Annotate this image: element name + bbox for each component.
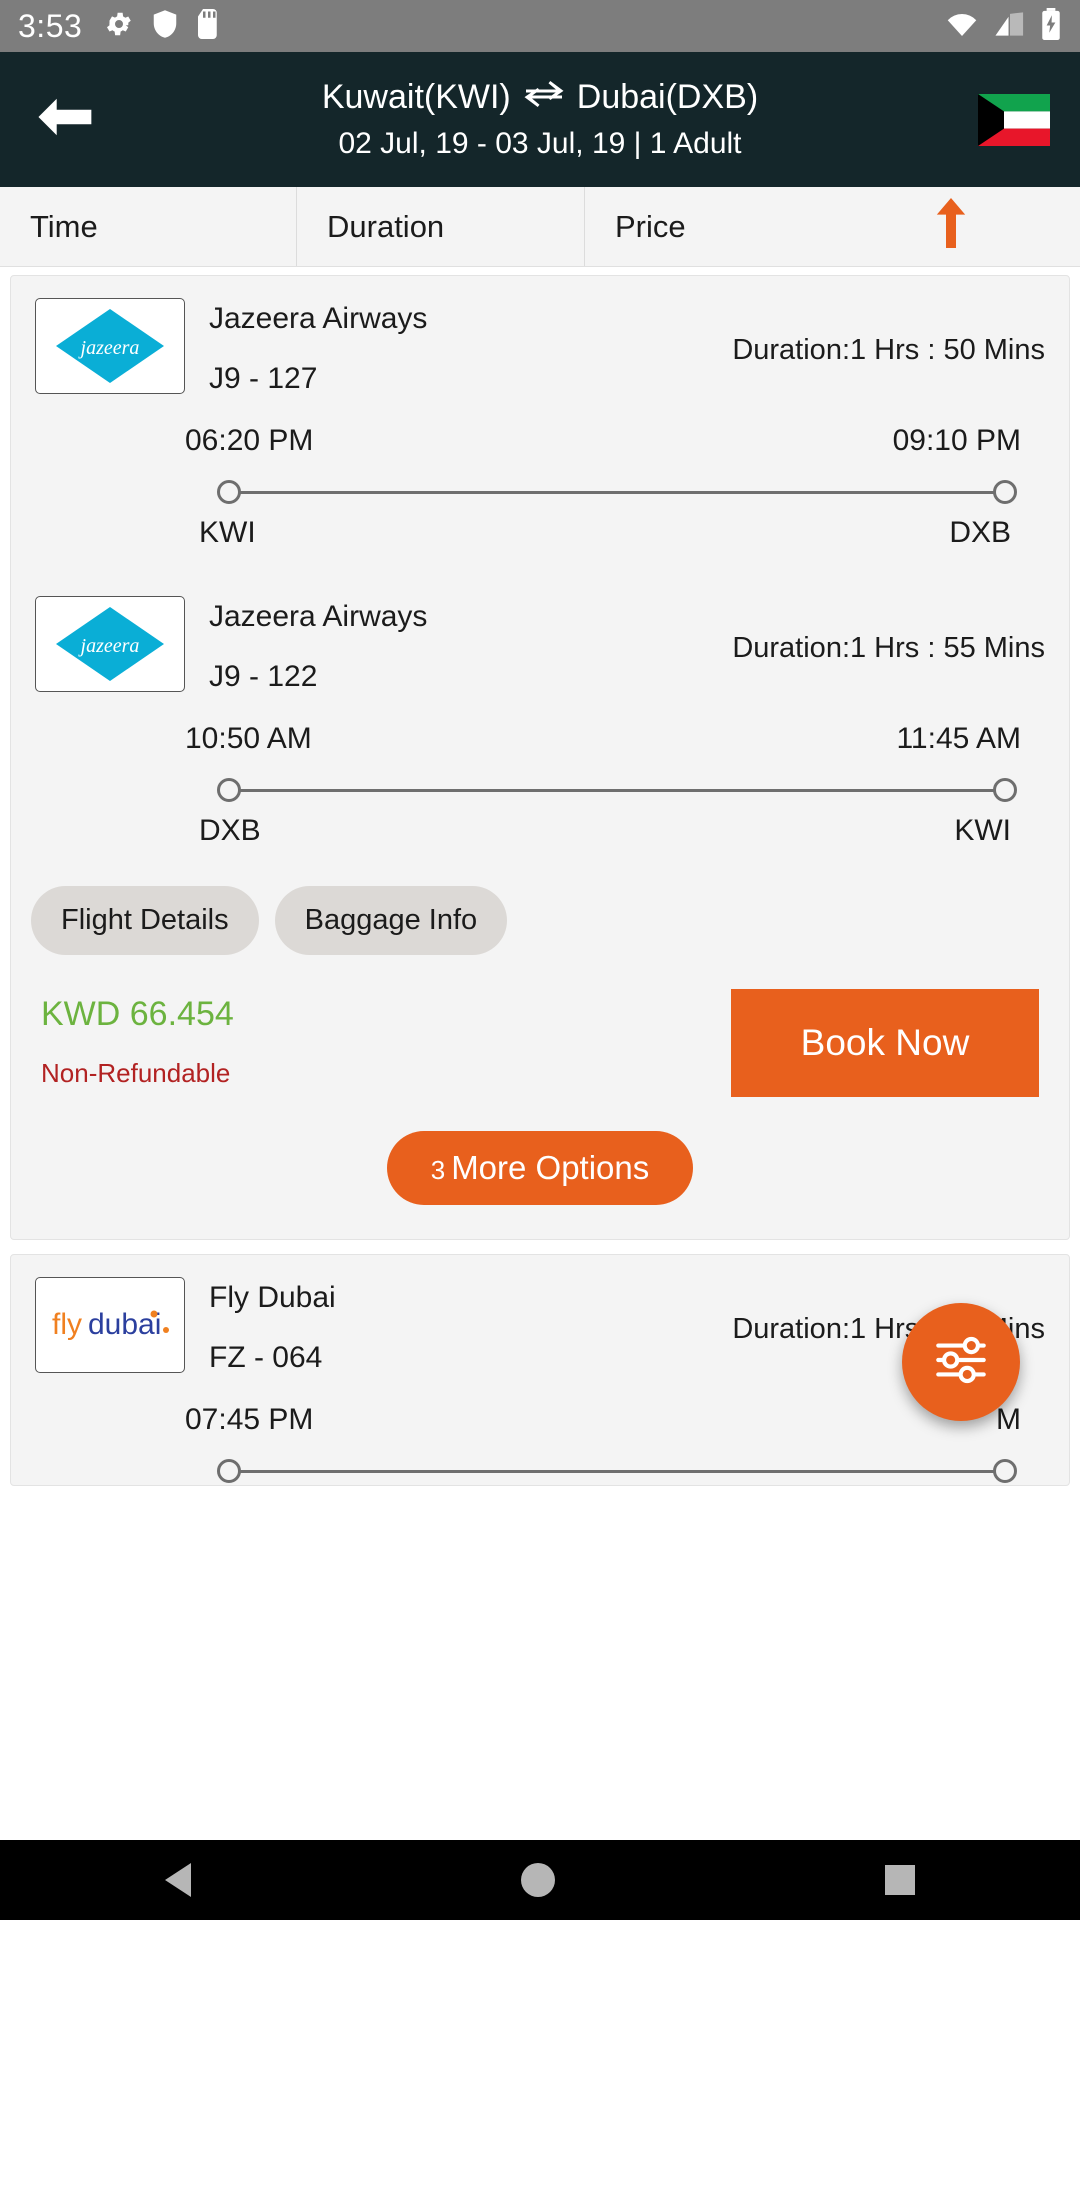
more-options-button[interactable]: 3 More Options: [386, 1131, 694, 1205]
destination-label: Dubai(DXB): [576, 78, 759, 116]
timeline-start-dot: [217, 1459, 241, 1483]
trip-summary: 02 Jul, 19 - 03 Jul, 19 | 1 Adult: [338, 127, 742, 160]
flight-card[interactable]: jazeera Jazeera Airways J9 - 127 Duratio…: [10, 275, 1070, 1240]
flydubai-logo-icon: fly dubai: [35, 1277, 185, 1373]
home-nav-icon[interactable]: [521, 1863, 555, 1897]
leg-times: 07:45 PM M: [35, 1375, 1045, 1437]
sort-column-price[interactable]: Price: [584, 187, 1080, 266]
recents-nav-icon[interactable]: [885, 1865, 915, 1895]
timeline-end-dot: [993, 480, 1017, 504]
airline-name: Jazeera Airways: [209, 600, 428, 633]
sd-card-icon: [196, 8, 220, 44]
status-bar-clock: 3:53: [18, 7, 83, 44]
timeline-start-dot: [217, 778, 241, 802]
back-nav-icon[interactable]: [165, 1863, 191, 1897]
flight-number: J9 - 122: [209, 660, 318, 693]
swap-arrows-icon: [523, 78, 565, 117]
leg-timeline: [217, 480, 1017, 506]
android-nav-bar: [0, 1840, 1080, 1920]
flight-details-button[interactable]: Flight Details: [31, 886, 259, 955]
leg-duration: Duration:1 Hrs : 55 Mins: [732, 632, 1045, 664]
timeline-start-dot: [217, 480, 241, 504]
leg-duration: Duration:1 Hrs : 50 Mins: [732, 334, 1045, 366]
svg-text:fly: fly: [52, 1308, 82, 1341]
book-now-button[interactable]: Book Now: [731, 989, 1039, 1097]
leg-times: 06:20 PM 09:10 PM: [35, 396, 1045, 458]
depart-time: 10:50 AM: [185, 722, 312, 755]
filter-fab-button[interactable]: [902, 1303, 1020, 1421]
timeline-end-dot: [993, 1459, 1017, 1483]
status-bar: 3:53: [0, 0, 1080, 52]
header-text-block: Kuwait(KWI) Dubai(DXB) 02 Jul, 19 - 03 J…: [0, 52, 1080, 187]
arrow-up-icon[interactable]: [934, 197, 968, 256]
origin-code: DXB: [199, 814, 261, 847]
sort-bar: Time Duration Price: [0, 187, 1080, 267]
origin-code: KWI: [199, 516, 256, 549]
flight-leg-outbound: jazeera Jazeera Airways J9 - 127 Duratio…: [11, 276, 1069, 550]
back-arrow-icon: [33, 94, 95, 145]
leg-timeline: [217, 1459, 1017, 1485]
page-title: Kuwait(KWI) Dubai(DXB): [322, 78, 758, 117]
airline-name: Fly Dubai: [209, 1281, 336, 1314]
jazeera-airways-logo-icon: jazeera: [35, 298, 185, 394]
svg-text:jazeera: jazeera: [78, 337, 140, 359]
sort-column-duration[interactable]: Duration: [296, 187, 584, 266]
svg-text:dubai: dubai: [88, 1308, 161, 1341]
leg-header: jazeera Jazeera Airways J9 - 122 Duratio…: [35, 596, 1045, 694]
gear-icon: [104, 9, 134, 44]
flight-number: FZ - 064: [209, 1341, 323, 1374]
sort-column-time[interactable]: Time: [0, 187, 296, 266]
origin-label: Kuwait(KWI): [321, 78, 511, 116]
leg-airports: DXB KWI: [35, 804, 1045, 848]
leg-times: 10:50 AM 11:45 AM: [35, 694, 1045, 756]
jazeera-airways-logo-icon: jazeera: [35, 596, 185, 692]
destination-code: DXB: [949, 516, 1011, 549]
wifi-icon: [944, 9, 980, 44]
battery-charging-icon: [1040, 7, 1062, 45]
shield-icon: [152, 9, 178, 44]
depart-time: 06:20 PM: [185, 424, 314, 457]
refund-status: Non-Refundable: [41, 1058, 231, 1088]
flight-leg-return: jazeera Jazeera Airways J9 - 122 Duratio…: [11, 550, 1069, 848]
app-header: Kuwait(KWI) Dubai(DXB) 02 Jul, 19 - 03 J…: [0, 52, 1080, 187]
status-bar-left-icons: [104, 8, 220, 44]
timeline-end-dot: [993, 778, 1017, 802]
more-options-count: 3: [430, 1155, 446, 1185]
sort-label-price: Price: [615, 208, 686, 244]
filter-sliders-icon: [930, 1329, 992, 1396]
depart-time: 07:45 PM: [185, 1403, 314, 1436]
kuwait-flag-icon: [978, 93, 1050, 146]
back-button[interactable]: [16, 94, 112, 145]
more-options-label: More Options: [451, 1149, 650, 1186]
card-action-pills: Flight Details Baggage Info: [11, 848, 1069, 955]
airline-name: Jazeera Airways: [209, 302, 428, 335]
price-amount: KWD 66.454: [41, 995, 234, 1033]
destination-code: KWI: [954, 814, 1011, 847]
timeline-line: [229, 491, 1005, 494]
more-options-row: 3 More Options: [11, 1097, 1069, 1239]
airline-meta: Jazeera Airways J9 - 122: [209, 596, 427, 694]
leg-timeline: [217, 778, 1017, 804]
leg-header: fly dubai Fly Dubai FZ - 064 Duration:1 …: [35, 1277, 1045, 1375]
airline-meta: Jazeera Airways J9 - 127: [209, 298, 427, 396]
timeline-line: [229, 789, 1005, 792]
timeline-line: [229, 1470, 1005, 1473]
arrive-time: 11:45 AM: [896, 722, 1021, 755]
leg-airports: KWI DXB: [35, 506, 1045, 550]
airline-meta: Fly Dubai FZ - 064: [209, 1277, 336, 1375]
arrive-time: 09:10 PM: [892, 424, 1021, 457]
flight-number: J9 - 127: [209, 362, 318, 395]
price-block: KWD 66.454 Non-Refundable: [41, 989, 234, 1089]
status-bar-right-icons: [944, 7, 1062, 45]
leg-header: jazeera Jazeera Airways J9 - 127 Duratio…: [35, 298, 1045, 396]
svg-text:jazeera: jazeera: [78, 635, 140, 657]
sort-label-time: Time: [30, 208, 98, 244]
baggage-info-button[interactable]: Baggage Info: [274, 886, 508, 955]
sort-label-duration: Duration: [327, 208, 445, 244]
cellular-signal-icon: [994, 9, 1026, 44]
arrive-time: M: [996, 1403, 1021, 1436]
card-price-row: KWD 66.454 Non-Refundable Book Now: [11, 955, 1069, 1097]
